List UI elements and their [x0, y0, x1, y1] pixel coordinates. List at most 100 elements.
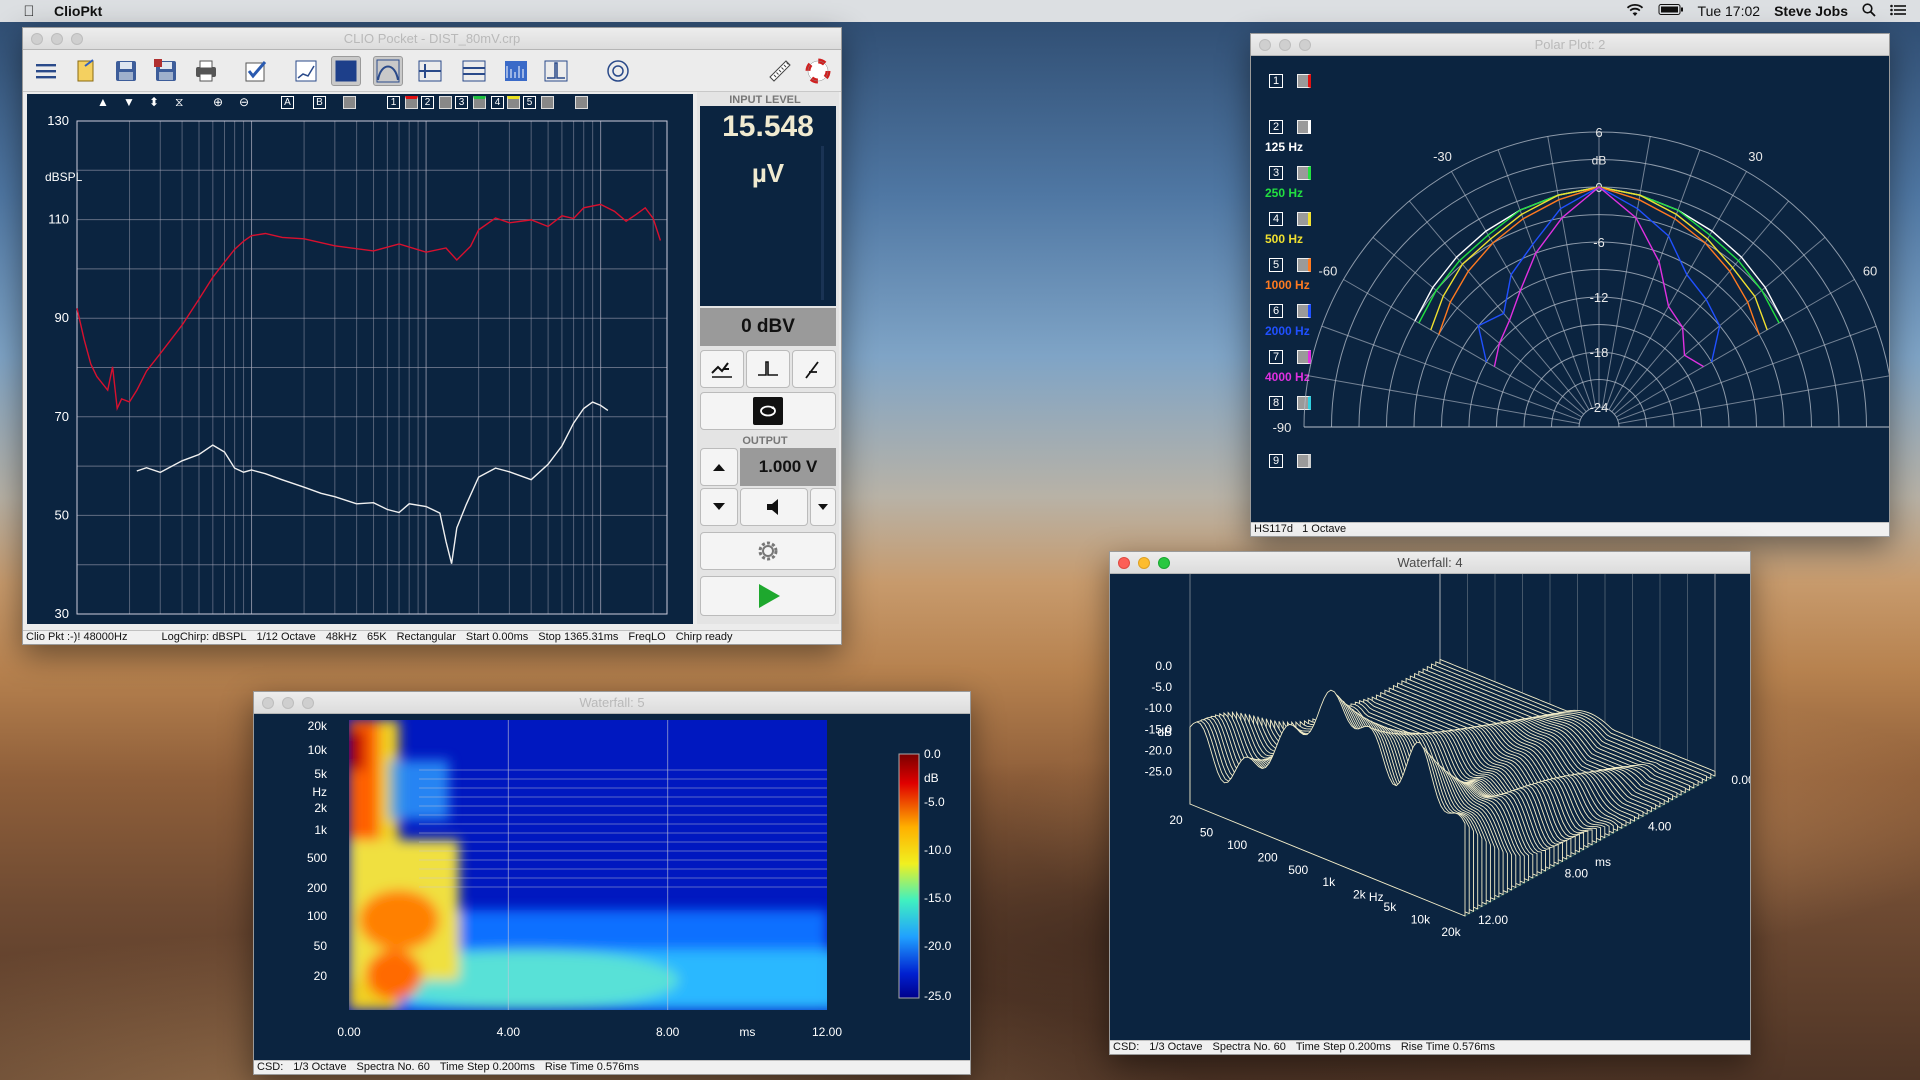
close-button[interactable]	[1118, 557, 1130, 569]
csd-heatmap-chart[interactable]: 20k 10k 5k Hz 2k 1k 500 200 100 50 20 0.00 4.00 8.00 1…	[254, 714, 970, 1060]
scroll-up-icon[interactable]: ▲	[97, 95, 109, 110]
polar-chart[interactable]: 60-6-12-18-24dB-90-60-30306090	[1251, 56, 1889, 522]
freq-unit-label: Hz	[1369, 890, 1384, 904]
impulse-button[interactable]	[746, 350, 790, 388]
wifi-icon[interactable]	[1626, 3, 1644, 20]
minimize-button[interactable]	[1138, 557, 1150, 569]
curve-toggle-0[interactable]: A	[281, 96, 294, 109]
frequency-analysis-icon[interactable]	[291, 56, 321, 86]
impulse-icon[interactable]	[541, 56, 571, 86]
zoom-button[interactable]	[1299, 39, 1311, 51]
zoom-button[interactable]	[71, 33, 83, 45]
open-icon[interactable]	[71, 56, 101, 86]
impedance-icon[interactable]	[459, 56, 489, 86]
curve-toggle-6[interactable]: 5	[523, 96, 536, 109]
close-button[interactable]	[31, 33, 43, 45]
waterfall-4-status-bar: CSD: 1/3 Octave Spectra No. 60 Time Step 0.…	[1110, 1040, 1750, 1054]
curve-checkbox[interactable]	[541, 96, 554, 109]
minimize-button[interactable]	[1279, 39, 1291, 51]
y-tick-label: 200	[307, 881, 327, 895]
minimize-button[interactable]	[282, 697, 294, 709]
close-button[interactable]	[1259, 39, 1271, 51]
window-controls	[1118, 557, 1170, 569]
ruler-icon[interactable]	[765, 56, 795, 86]
compress-icon[interactable]: ⧖	[175, 95, 183, 110]
colorbar	[898, 753, 920, 999]
curve-toggle-3[interactable]: 2	[421, 96, 434, 109]
autorange-button[interactable]	[700, 350, 744, 388]
frequency-response-chart[interactable]: 130 110 90 70 50 30 dBSPL 10 20 50 100 200 500 1k 2k 5k…	[27, 114, 693, 624]
status-field: FreqLO	[628, 631, 666, 643]
waterfall-icon[interactable]	[501, 56, 531, 86]
expand-icon[interactable]: ⬍	[149, 95, 159, 110]
curve-checkbox[interactable]	[343, 96, 356, 109]
waterfall-5-window: Waterfall: 5 20k 10k 5k Hz 2k 1k 500 200 100 50 20…	[253, 691, 971, 1075]
minimize-button[interactable]	[51, 33, 63, 45]
waterfall-5-titlebar[interactable]: Waterfall: 5	[254, 692, 970, 714]
start-measurement-button[interactable]	[700, 576, 836, 616]
curve-toggle-1[interactable]: B	[313, 96, 326, 109]
curve-checkbox[interactable]	[439, 96, 452, 109]
waterfall-3d-area: 0.0 -5.0 -10.0 -15.0 -20.0 -25.0 dB 20 50 100 200 5…	[1110, 552, 1750, 1040]
app-menu[interactable]: ClioPkt	[54, 3, 102, 19]
angle-tick-label: 60	[1863, 264, 1877, 279]
save-all-icon[interactable]	[151, 56, 181, 86]
waterfall-3d-chart[interactable]: 0.0-5.0-10.0-15.0-20.0-25.0dB20501002005…	[1110, 552, 1750, 1040]
status-field: Spectra No. 60	[356, 1061, 430, 1073]
checklist-icon[interactable]	[241, 56, 271, 86]
print-icon[interactable]	[191, 56, 221, 86]
notification-center-icon[interactable]	[1890, 3, 1906, 19]
time-domain-icon[interactable]	[415, 56, 445, 86]
output-level-value[interactable]: 1.000 V	[740, 448, 836, 486]
freq-tick-label: 2k	[1353, 888, 1367, 902]
polar-area: 1 2 125 Hz 3 250 Hz 4 500 Hz 5 1000 Hz 6 2000 Hz 7 4…	[1251, 56, 1889, 522]
zoom-in-icon[interactable]: ⊕	[213, 95, 223, 110]
sweep-icon[interactable]	[373, 56, 403, 86]
save-icon[interactable]	[111, 56, 141, 86]
curve-toggle-5[interactable]: 4	[491, 96, 504, 109]
main-titlebar[interactable]: CLIO Pocket - DIST_80mV.crp	[23, 28, 841, 50]
curve-checkbox[interactable]	[473, 96, 486, 109]
curve-toggle-2[interactable]: 1	[387, 96, 400, 109]
status-field: Chirp ready	[675, 631, 733, 643]
probe-button[interactable]	[792, 350, 836, 388]
lifebuoy-icon[interactable]	[803, 56, 833, 86]
x-tick-label: 1k	[419, 622, 433, 624]
scroll-down-icon[interactable]: ▼	[123, 95, 135, 110]
polar-icon[interactable]	[603, 56, 633, 86]
output-menu-button[interactable]	[810, 488, 836, 526]
z-tick-label: -25.0	[1145, 764, 1173, 778]
y-tick-label: 90	[55, 310, 69, 325]
output-down-button[interactable]	[700, 488, 738, 526]
user-name[interactable]: Steve Jobs	[1774, 3, 1848, 19]
zoom-out-icon[interactable]: ⊖	[239, 95, 249, 110]
window-controls	[1259, 39, 1311, 51]
apple-icon[interactable]: 	[18, 3, 40, 20]
status-field: Rise Time 0.576ms	[1400, 1041, 1495, 1053]
waterfall-4-titlebar[interactable]: Waterfall: 4	[1110, 552, 1750, 574]
close-button[interactable]	[262, 697, 274, 709]
x-tick-label: 20	[122, 622, 136, 624]
input-range-button[interactable]: 0 dBV	[700, 308, 836, 346]
menu-icon[interactable]	[31, 56, 61, 86]
status-field: CSD:	[257, 1061, 284, 1073]
window-title: Waterfall: 4	[1397, 555, 1463, 570]
clock[interactable]: Tue 17:02	[1698, 3, 1761, 19]
settings-button[interactable]	[700, 532, 836, 570]
chevron-up-icon	[713, 464, 725, 471]
loop-button[interactable]	[700, 392, 836, 430]
curve-checkbox[interactable]	[507, 96, 520, 109]
curve-checkbox[interactable]	[405, 96, 418, 109]
battery-icon[interactable]	[1658, 3, 1684, 19]
zoom-button[interactable]	[1158, 557, 1170, 569]
zoom-button[interactable]	[302, 697, 314, 709]
curve-checkbox[interactable]	[575, 96, 588, 109]
input-level-unit: µV	[751, 158, 785, 188]
polar-titlebar[interactable]: Polar Plot: 2	[1251, 34, 1889, 56]
spotlight-icon[interactable]	[1862, 2, 1876, 20]
curve-toggle-4[interactable]: 3	[455, 96, 468, 109]
spectrum-icon[interactable]	[331, 56, 361, 86]
output-up-button[interactable]	[700, 448, 738, 486]
speaker-button[interactable]	[740, 488, 808, 526]
radial-tick-label: 6	[1595, 125, 1602, 140]
